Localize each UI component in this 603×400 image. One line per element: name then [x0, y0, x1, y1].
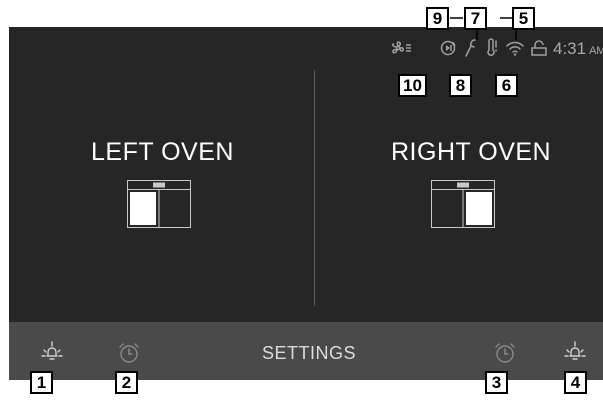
thermometer-icon	[484, 38, 500, 58]
clock: 4:31 AM	[553, 39, 603, 59]
remote-enable-icon	[439, 38, 457, 58]
clock-time: 4:31	[553, 39, 587, 58]
wifi-icon	[505, 38, 525, 58]
lock-icon	[530, 38, 548, 58]
callout-2: 2	[115, 371, 138, 394]
callout-7: 7	[464, 7, 487, 30]
clock-ampm: AM	[589, 45, 603, 57]
callout-9: 9	[426, 7, 449, 30]
left-light-icon[interactable]	[40, 341, 64, 365]
right-oven-title[interactable]: RIGHT OVEN	[391, 138, 551, 167]
settings-button[interactable]: SETTINGS	[262, 343, 356, 364]
callout-4: 4	[564, 371, 587, 394]
right-oven-graphic[interactable]	[431, 180, 495, 228]
callout-5: 5	[512, 7, 535, 30]
left-timer-icon[interactable]	[117, 341, 141, 365]
probe-icon	[463, 38, 479, 58]
left-oven-title[interactable]: LEFT OVEN	[91, 138, 234, 167]
callout-1: 1	[30, 371, 53, 394]
left-oven-graphic[interactable]	[127, 180, 191, 228]
callout-10: 10	[398, 74, 427, 97]
right-light-icon[interactable]	[563, 341, 587, 365]
right-timer-icon[interactable]	[493, 341, 517, 365]
callout-6: 6	[495, 74, 518, 97]
fan-icon	[390, 38, 412, 58]
callout-3: 3	[485, 371, 508, 394]
callout-8: 8	[449, 74, 472, 97]
oven-divider	[314, 70, 315, 306]
